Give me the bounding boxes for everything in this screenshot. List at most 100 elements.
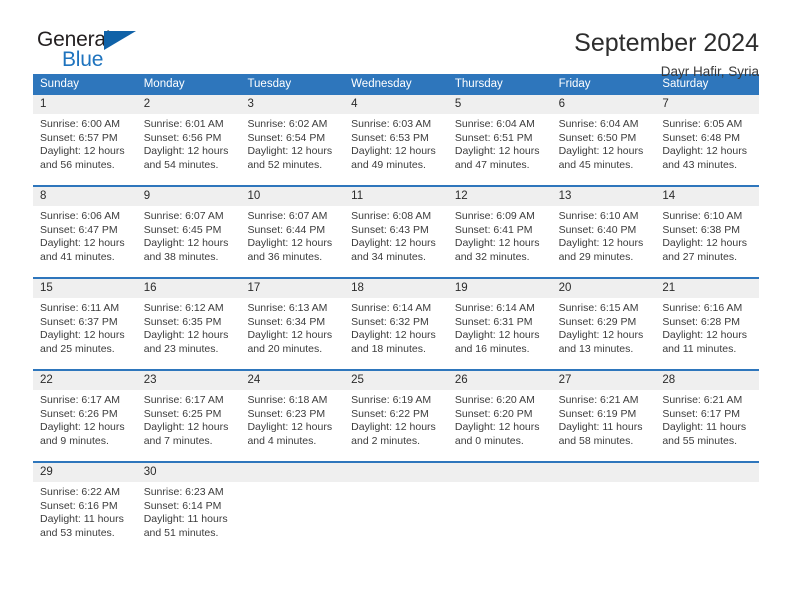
sunset-text: Sunset: 6:19 PM bbox=[558, 407, 637, 420]
daylight-text-line2: and 34 minutes. bbox=[351, 250, 426, 263]
day-details: Sunrise: 6:17 AM Sunset: 6:26 PM Dayligh… bbox=[33, 390, 137, 448]
day-cell[interactable]: 5 Sunrise: 6:04 AM Sunset: 6:51 PM Dayli… bbox=[447, 95, 552, 176]
day-cell[interactable]: 4 Sunrise: 6:03 AM Sunset: 6:53 PM Dayli… bbox=[344, 95, 448, 176]
day-number-band bbox=[655, 463, 760, 482]
sunrise-text: Sunrise: 6:13 AM bbox=[247, 302, 328, 314]
day-number: 5 bbox=[454, 98, 462, 110]
sunrise-text: Sunrise: 6:07 AM bbox=[247, 210, 328, 222]
week-row: 15 Sunrise: 6:11 AM Sunset: 6:37 PM Dayl… bbox=[33, 277, 760, 360]
day-cell[interactable]: 8 Sunrise: 6:06 AM Sunset: 6:47 PM Dayli… bbox=[33, 187, 137, 268]
sunset-text: Sunset: 6:34 PM bbox=[247, 315, 326, 328]
day-cell[interactable]: 20 Sunrise: 6:15 AM Sunset: 6:29 PM Dayl… bbox=[551, 279, 656, 360]
day-cell[interactable]: 18 Sunrise: 6:14 AM Sunset: 6:32 PM Dayl… bbox=[344, 279, 448, 360]
daylight-text-line1: Daylight: 12 hours bbox=[662, 145, 747, 158]
triangle-flag-icon bbox=[104, 31, 136, 50]
day-cell[interactable]: 21 Sunrise: 6:16 AM Sunset: 6:28 PM Dayl… bbox=[655, 279, 760, 360]
day-number: 19 bbox=[454, 282, 468, 294]
day-number-band: 25 bbox=[344, 371, 448, 390]
day-details: Sunrise: 6:15 AM Sunset: 6:29 PM Dayligh… bbox=[552, 298, 656, 356]
sunrise-text: Sunrise: 6:12 AM bbox=[143, 302, 224, 314]
sunrise-text: Sunrise: 6:21 AM bbox=[558, 394, 639, 406]
day-cell[interactable]: 7 Sunrise: 6:05 AM Sunset: 6:48 PM Dayli… bbox=[655, 95, 760, 176]
weekday-header-saturday: Saturday bbox=[662, 78, 709, 90]
day-cell[interactable]: 9 Sunrise: 6:07 AM Sunset: 6:45 PM Dayli… bbox=[136, 187, 241, 268]
day-number: 27 bbox=[558, 374, 572, 386]
day-cell[interactable]: 27 Sunrise: 6:21 AM Sunset: 6:19 PM Dayl… bbox=[551, 371, 656, 452]
day-cell[interactable]: 24 Sunrise: 6:18 AM Sunset: 6:23 PM Dayl… bbox=[240, 371, 345, 452]
sunset-text: Sunset: 6:41 PM bbox=[454, 223, 533, 236]
daylight-text-line2: and 38 minutes. bbox=[143, 250, 219, 263]
sunrise-text: Sunrise: 6:14 AM bbox=[454, 302, 535, 314]
day-number-band: 13 bbox=[551, 187, 656, 206]
day-cell[interactable]: 23 Sunrise: 6:17 AM Sunset: 6:25 PM Dayl… bbox=[136, 371, 241, 452]
sunset-text: Sunset: 6:22 PM bbox=[351, 407, 429, 420]
daylight-text-line1: Daylight: 12 hours bbox=[247, 145, 333, 158]
daylight-text-line1: Daylight: 12 hours bbox=[40, 329, 125, 342]
sunrise-text: Sunrise: 6:06 AM bbox=[40, 210, 120, 222]
day-number-band: 14 bbox=[655, 187, 760, 206]
day-cell-empty bbox=[240, 463, 345, 544]
sunset-text: Sunset: 6:29 PM bbox=[558, 315, 637, 328]
sunrise-text: Sunrise: 6:15 AM bbox=[558, 302, 639, 314]
day-number-band: 2 bbox=[136, 95, 241, 114]
sunset-text: Sunset: 6:17 PM bbox=[662, 407, 740, 420]
day-cell[interactable]: 29 Sunrise: 6:22 AM Sunset: 6:16 PM Dayl… bbox=[33, 463, 137, 544]
day-cell[interactable]: 15 Sunrise: 6:11 AM Sunset: 6:37 PM Dayl… bbox=[33, 279, 137, 360]
daylight-text-line1: Daylight: 12 hours bbox=[143, 329, 229, 342]
sunrise-text: Sunrise: 6:17 AM bbox=[143, 394, 224, 406]
day-cell[interactable]: 16 Sunrise: 6:12 AM Sunset: 6:35 PM Dayl… bbox=[136, 279, 241, 360]
day-cell[interactable]: 25 Sunrise: 6:19 AM Sunset: 6:22 PM Dayl… bbox=[344, 371, 448, 452]
day-number: 14 bbox=[662, 190, 676, 202]
sunset-text: Sunset: 6:35 PM bbox=[143, 315, 222, 328]
day-number: 3 bbox=[247, 98, 254, 110]
sunrise-text: Sunrise: 6:16 AM bbox=[662, 302, 743, 314]
daylight-text-line1: Daylight: 12 hours bbox=[558, 329, 644, 342]
weekday-header-monday: Monday bbox=[143, 78, 185, 90]
daylight-text-line1: Daylight: 11 hours bbox=[662, 421, 747, 434]
day-cell[interactable]: 19 Sunrise: 6:14 AM Sunset: 6:31 PM Dayl… bbox=[447, 279, 552, 360]
day-number: 23 bbox=[143, 374, 157, 386]
daylight-text-line1: Daylight: 12 hours bbox=[40, 237, 125, 250]
logo-text-blue: Blue bbox=[62, 48, 104, 71]
week-row: 8 Sunrise: 6:06 AM Sunset: 6:47 PM Dayli… bbox=[33, 185, 760, 268]
day-cell[interactable]: 6 Sunrise: 6:04 AM Sunset: 6:50 PM Dayli… bbox=[551, 95, 656, 176]
day-cell[interactable]: 13 Sunrise: 6:10 AM Sunset: 6:40 PM Dayl… bbox=[551, 187, 656, 268]
day-cell[interactable]: 1 Sunrise: 6:00 AM Sunset: 6:57 PM Dayli… bbox=[33, 95, 137, 176]
day-number-band: 7 bbox=[655, 95, 760, 114]
daylight-text-line2: and 16 minutes. bbox=[454, 342, 530, 355]
general-blue-logo[interactable]: General Blue bbox=[33, 28, 163, 74]
daylight-text-line2: and 36 minutes. bbox=[247, 250, 323, 263]
day-cell[interactable]: 26 Sunrise: 6:20 AM Sunset: 6:20 PM Dayl… bbox=[447, 371, 552, 452]
sunrise-text: Sunrise: 6:11 AM bbox=[40, 302, 120, 314]
weekday-header-tuesday: Tuesday bbox=[247, 78, 292, 90]
calendar-grid: Sunday Monday Tuesday Wednesday Thursday… bbox=[33, 74, 760, 544]
day-details: Sunrise: 6:00 AM Sunset: 6:57 PM Dayligh… bbox=[33, 114, 137, 172]
day-cell[interactable]: 22 Sunrise: 6:17 AM Sunset: 6:26 PM Dayl… bbox=[33, 371, 137, 452]
daylight-text-line2: and 0 minutes. bbox=[454, 434, 524, 447]
day-number-band: 28 bbox=[655, 371, 760, 390]
day-number-band: 8 bbox=[33, 187, 137, 206]
day-cell[interactable]: 12 Sunrise: 6:09 AM Sunset: 6:41 PM Dayl… bbox=[447, 187, 552, 268]
day-details: Sunrise: 6:01 AM Sunset: 6:56 PM Dayligh… bbox=[137, 114, 241, 172]
sunrise-text: Sunrise: 6:09 AM bbox=[454, 210, 535, 222]
day-cell[interactable]: 28 Sunrise: 6:21 AM Sunset: 6:17 PM Dayl… bbox=[655, 371, 760, 452]
day-number-band: 11 bbox=[344, 187, 448, 206]
day-number: 21 bbox=[662, 282, 676, 294]
day-number-band: 5 bbox=[447, 95, 552, 114]
day-cell[interactable]: 14 Sunrise: 6:10 AM Sunset: 6:38 PM Dayl… bbox=[655, 187, 760, 268]
day-cell[interactable]: 2 Sunrise: 6:01 AM Sunset: 6:56 PM Dayli… bbox=[136, 95, 241, 176]
day-cell[interactable]: 10 Sunrise: 6:07 AM Sunset: 6:44 PM Dayl… bbox=[240, 187, 345, 268]
daylight-text-line1: Daylight: 12 hours bbox=[40, 145, 125, 158]
daylight-text-line2: and 53 minutes. bbox=[40, 526, 115, 539]
day-number-band: 21 bbox=[655, 279, 760, 298]
day-cell[interactable]: 30 Sunrise: 6:23 AM Sunset: 6:14 PM Dayl… bbox=[136, 463, 241, 544]
daylight-text-line1: Daylight: 11 hours bbox=[143, 513, 228, 526]
daylight-text-line2: and 2 minutes. bbox=[351, 434, 421, 447]
sunset-text: Sunset: 6:20 PM bbox=[454, 407, 533, 420]
sunrise-text: Sunrise: 6:01 AM bbox=[143, 118, 224, 130]
day-cell[interactable]: 17 Sunrise: 6:13 AM Sunset: 6:34 PM Dayl… bbox=[240, 279, 345, 360]
day-cell[interactable]: 11 Sunrise: 6:08 AM Sunset: 6:43 PM Dayl… bbox=[344, 187, 448, 268]
sunset-text: Sunset: 6:14 PM bbox=[143, 499, 222, 512]
page-header: General Blue September 2024 Dayr Hafir, … bbox=[33, 0, 759, 79]
day-cell[interactable]: 3 Sunrise: 6:02 AM Sunset: 6:54 PM Dayli… bbox=[240, 95, 345, 176]
